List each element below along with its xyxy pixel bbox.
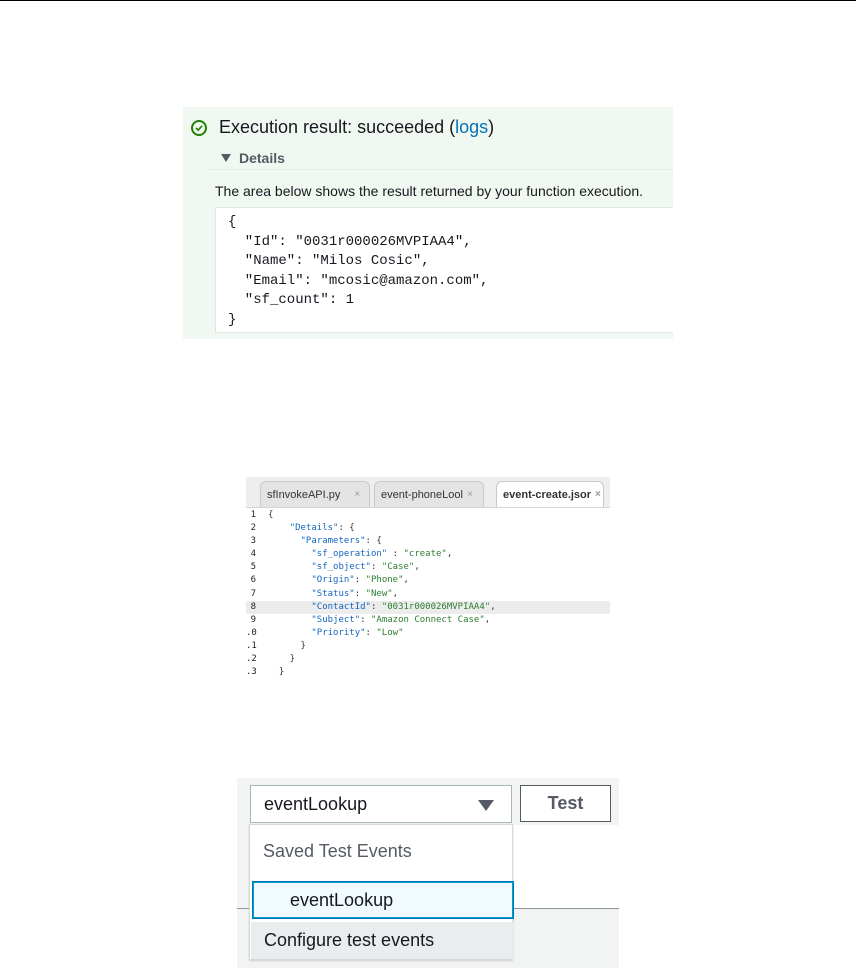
logs-link[interactable]: logs xyxy=(455,117,488,137)
line-number: 9 xyxy=(250,614,256,625)
tab-event-create[interactable]: event-create.jsor × xyxy=(496,481,604,507)
editor-line: 7 "Status": "New", xyxy=(246,588,610,601)
line-text: } xyxy=(268,654,296,665)
line-number: 2 xyxy=(250,523,256,534)
line-text: "Priority": "Low" xyxy=(311,627,404,638)
caret-down-icon xyxy=(478,800,494,811)
execution-result-title: Execution result: succeeded (logs) xyxy=(219,117,494,138)
line-number: 4 xyxy=(250,549,256,560)
line-text: } xyxy=(268,667,285,678)
line-text: { xyxy=(268,510,274,520)
line-number: .2 xyxy=(246,654,257,665)
line-number: 3 xyxy=(250,536,256,547)
configure-test-events-option[interactable]: Configure test events xyxy=(251,922,513,959)
line-number: 8 xyxy=(250,601,256,612)
code-editor: sfInvokeAPI.py × event-phoneLool × event-c… xyxy=(246,477,610,684)
close-icon[interactable]: × xyxy=(467,489,473,500)
editor-line: 3 "Parameters": { xyxy=(246,535,610,548)
editor-line: .0 "Priority": "Low" xyxy=(246,627,610,640)
editor-line: .2 } xyxy=(246,653,610,666)
line-text: } xyxy=(268,640,306,651)
line-text: "Origin": "Phone", xyxy=(311,575,409,586)
line-number: .3 xyxy=(246,667,257,678)
panel-background xyxy=(512,825,619,908)
editor-line: 5 "sf_object": "Case", xyxy=(246,561,610,574)
success-check-icon xyxy=(191,119,207,136)
result-title-close: ) xyxy=(488,117,495,137)
editor-tab-bar: sfInvokeAPI.py × event-phoneLool × event-c… xyxy=(246,477,610,508)
execution-result-header: Execution result: succeeded (logs) xyxy=(191,117,494,138)
line-text: "Status": "New", xyxy=(311,588,399,599)
line-number: 5 xyxy=(250,562,256,573)
line-text: "sf_operation" : "create", xyxy=(311,549,453,560)
tab-label: sfInvokeAPI.py xyxy=(267,488,341,501)
close-icon[interactable]: × xyxy=(595,489,601,500)
line-number: .1 xyxy=(246,640,257,651)
editor-line: 9 "Subject": "Amazon Connect Case", xyxy=(246,614,610,627)
caret-down-icon xyxy=(221,154,231,162)
editor-line: 6 "Origin": "Phone", xyxy=(246,574,610,587)
tab-sfinvokeapi[interactable]: sfInvokeAPI.py × xyxy=(260,481,370,507)
editor-line: 2 "Details": { xyxy=(246,522,610,535)
line-text: "Parameters": { xyxy=(300,536,382,547)
execution-result-panel: Execution result: succeeded (logs) Detai… xyxy=(183,107,673,339)
result-output-box: { "Id": "0031r000026MVPIAA4", "Name": "M… xyxy=(215,207,673,333)
line-text: "ContactId": "0031r000026MVPIAA4", xyxy=(311,601,496,612)
top-border xyxy=(0,0,856,1)
result-description: The area below shows the result returned… xyxy=(215,183,644,199)
result-output-code: { "Id": "0031r000026MVPIAA4", "Name": "M… xyxy=(228,214,489,328)
editor-line: 8 "ContactId": "0031r000026MVPIAA4", xyxy=(246,600,610,614)
test-event-select[interactable]: eventLookup xyxy=(250,785,512,823)
tab-label: event-phoneLool xyxy=(381,488,463,501)
menu-group-label: Saved Test Events xyxy=(263,841,412,861)
editor-line: 1{ xyxy=(246,509,610,522)
line-text: "sf_object": "Case", xyxy=(311,562,420,573)
editor-line: 4 "sf_operation" : "create", xyxy=(246,548,610,561)
close-icon[interactable]: × xyxy=(354,489,360,500)
result-title-text: Execution result: succeeded ( xyxy=(219,117,456,137)
test-event-panel: eventLookup Test Saved Test Events event… xyxy=(237,778,619,968)
line-number: .0 xyxy=(246,627,257,638)
tab-label: event-create.jsor xyxy=(503,488,592,501)
line-number: 7 xyxy=(250,588,256,599)
editor-line: .3 } xyxy=(246,666,610,679)
editor-line: .1 } xyxy=(246,640,610,653)
line-text: "Details": { xyxy=(289,523,355,534)
line-number: 1 xyxy=(250,510,256,520)
test-event-dropdown-menu: Saved Test Events eventLookup Configure … xyxy=(249,824,514,960)
line-number: 6 xyxy=(250,575,256,586)
selected-event-label: eventLookup xyxy=(264,793,368,814)
editor-code-area[interactable]: 1{2 "Details": {3 "Parameters": {4 "sf_o… xyxy=(246,509,610,679)
details-label: Details xyxy=(239,150,285,166)
details-divider xyxy=(207,169,673,170)
details-toggle[interactable]: Details xyxy=(221,150,285,166)
menu-item-eventlookup[interactable]: eventLookup xyxy=(252,881,514,919)
line-text: "Subject": "Amazon Connect Case", xyxy=(311,614,491,625)
tab-event-phonelookup[interactable]: event-phoneLool × xyxy=(374,481,484,507)
test-button[interactable]: Test xyxy=(520,785,611,822)
